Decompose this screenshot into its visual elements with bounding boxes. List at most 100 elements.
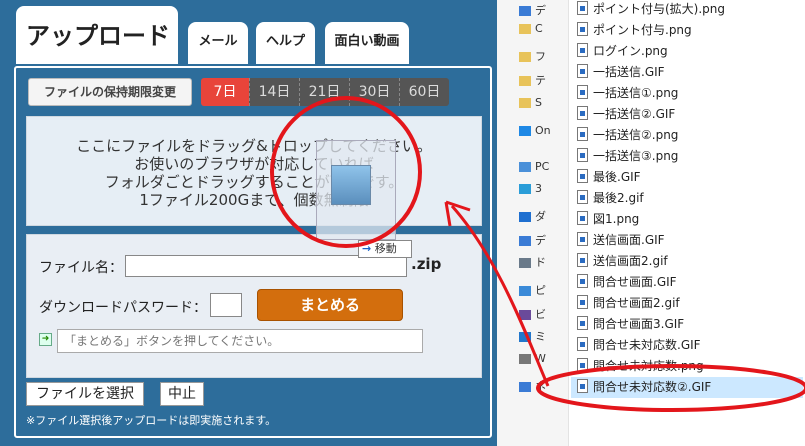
pictures-icon xyxy=(519,286,531,296)
retention-period-selector: 7日 14日 21日 30日 60日 xyxy=(201,78,449,106)
file-row[interactable]: 問合せ画面3.GIF xyxy=(571,314,803,335)
file-row[interactable]: 問合せ未対応数.GIF xyxy=(571,335,803,356)
file-name: ポイント付与.png xyxy=(593,23,692,37)
image-file-icon xyxy=(577,64,588,78)
period-option-30[interactable]: 30日 xyxy=(349,78,399,106)
period-option-14[interactable]: 14日 xyxy=(249,78,299,106)
image-file-icon xyxy=(577,22,588,36)
file-row[interactable]: 図1.png xyxy=(571,209,803,230)
file-drop-zone[interactable]: ここにファイルをドラッグ&ドロップしてください。 お使いのブラウザが対応していれ… xyxy=(26,116,482,226)
tab-help[interactable]: ヘルプ xyxy=(256,22,315,64)
file-row[interactable]: ポイント付与(拡大).png xyxy=(571,0,803,20)
download-password-input[interactable] xyxy=(210,293,242,317)
network-icon xyxy=(519,382,531,392)
image-file-icon xyxy=(577,169,588,183)
move-arrow-icon: → xyxy=(362,242,372,255)
nav-item[interactable]: ダ xyxy=(519,208,567,224)
image-file-icon xyxy=(577,295,588,309)
nav-item[interactable]: フ xyxy=(519,48,567,64)
3d-objects-icon xyxy=(519,184,531,194)
nav-item[interactable]: PC xyxy=(519,160,567,173)
folder-icon xyxy=(519,98,531,108)
nav-item-label: ビ xyxy=(535,308,546,321)
nav-item[interactable]: デ xyxy=(519,232,567,248)
file-name: 図1.png xyxy=(593,212,640,226)
nav-item[interactable]: テ xyxy=(519,72,567,88)
nav-item-label: ド xyxy=(535,256,546,269)
file-row[interactable]: 問合せ画面.GIF xyxy=(571,272,803,293)
file-name: 一括送信①.png xyxy=(593,86,679,100)
period-option-60[interactable]: 60日 xyxy=(399,78,449,106)
nav-item-label: S xyxy=(535,96,542,109)
file-row[interactable]: ポイント付与.png xyxy=(571,20,803,41)
nav-item-label: PC xyxy=(535,160,550,173)
file-name: 一括送信.GIF xyxy=(593,65,665,79)
nav-item-label: On xyxy=(535,124,551,137)
nav-item-label: C xyxy=(535,22,543,35)
nav-item-label: 3 xyxy=(535,182,542,195)
dropzone-line: お使いのブラウザが対応していれば xyxy=(134,155,374,173)
period-option-7[interactable]: 7日 xyxy=(201,78,249,106)
file-row[interactable]: 問合せ未対応数.png xyxy=(571,356,803,377)
nav-item[interactable]: C xyxy=(519,22,567,35)
file-row[interactable]: 一括送信③.png xyxy=(571,146,803,167)
image-file-icon xyxy=(577,379,588,393)
nav-item[interactable]: W xyxy=(519,352,567,365)
drag-move-tooltip: → 移動 xyxy=(358,240,412,258)
password-label: ダウンロードパスワード： xyxy=(39,300,207,316)
nav-item[interactable]: ビ xyxy=(519,306,567,322)
nav-item-label: ピ xyxy=(535,284,546,297)
image-file-icon xyxy=(331,165,371,205)
file-row[interactable]: ログイン.png xyxy=(571,41,803,62)
nav-item-label: フ xyxy=(535,50,546,63)
file-row[interactable]: 一括送信①.png xyxy=(571,83,803,104)
nav-item[interactable]: 3 xyxy=(519,182,567,195)
videos-icon xyxy=(519,310,531,320)
upload-form: ファイル名： .zip ダウンロードパスワード： まとめる ➜ 「まとめる」ボタ… xyxy=(26,234,482,378)
file-row[interactable]: 問合せ未対応数②.GIF xyxy=(571,377,803,398)
stop-button[interactable]: 中止 xyxy=(160,382,204,406)
file-row[interactable]: 問合せ画面2.gif xyxy=(571,293,803,314)
file-row[interactable]: 送信画面2.gif xyxy=(571,251,803,272)
file-name: 問合せ未対応数②.GIF xyxy=(593,380,712,394)
dropzone-line: ここにファイルをドラッグ&ドロップしてください。 xyxy=(76,137,432,155)
select-file-button[interactable]: ファイルを選択 xyxy=(26,382,144,406)
file-explorer: デ C フテ S On PC 3 ダデドピビミ W ネ ポイント付与(拡大).png ポイント付与.… xyxy=(497,0,805,446)
file-row[interactable]: 一括送信②.GIF xyxy=(571,104,803,125)
image-file-icon xyxy=(577,253,588,267)
file-row[interactable]: 一括送信②.png xyxy=(571,125,803,146)
image-file-icon xyxy=(577,190,588,204)
bundle-button[interactable]: まとめる xyxy=(257,289,403,321)
period-option-21[interactable]: 21日 xyxy=(299,78,349,106)
documents-icon xyxy=(519,258,531,268)
file-row[interactable]: 最後.GIF xyxy=(571,167,803,188)
folder-icon xyxy=(519,52,531,62)
file-name: 最後.GIF xyxy=(593,170,641,184)
cloud-icon xyxy=(519,126,531,136)
file-name: 一括送信②.png xyxy=(593,128,679,142)
filename-input[interactable] xyxy=(125,255,407,277)
nav-item[interactable]: ピ xyxy=(519,282,567,298)
tab-funny-video[interactable]: 面白い動画 xyxy=(325,22,409,64)
nav-item[interactable]: ミ xyxy=(519,328,567,344)
nav-item[interactable]: ド xyxy=(519,254,567,270)
file-row[interactable]: 送信画面.GIF xyxy=(571,230,803,251)
image-file-icon xyxy=(577,43,588,57)
nav-item[interactable]: On xyxy=(519,124,567,137)
navigation-pane: デ C フテ S On PC 3 ダデドピビミ W ネ xyxy=(497,0,569,446)
file-row[interactable]: 最後2.gif xyxy=(571,188,803,209)
file-row[interactable]: 一括送信.GIF xyxy=(571,62,803,83)
status-icon: ➜ xyxy=(39,333,52,346)
image-file-icon xyxy=(577,232,588,246)
retention-period-label: ファイルの保持期限変更 xyxy=(28,78,192,106)
file-name: 問合せ画面.GIF xyxy=(593,275,677,289)
file-name: 問合せ画面2.gif xyxy=(593,296,680,310)
nav-item[interactable]: ネ xyxy=(519,378,567,394)
tab-upload[interactable]: アップロード xyxy=(16,6,178,64)
nav-item-label: ネ xyxy=(535,380,546,393)
image-file-icon xyxy=(577,316,588,330)
folder-icon xyxy=(519,76,531,86)
nav-item[interactable]: デ xyxy=(519,2,567,18)
tab-mail[interactable]: メール xyxy=(188,22,248,64)
nav-item[interactable]: S xyxy=(519,96,567,109)
